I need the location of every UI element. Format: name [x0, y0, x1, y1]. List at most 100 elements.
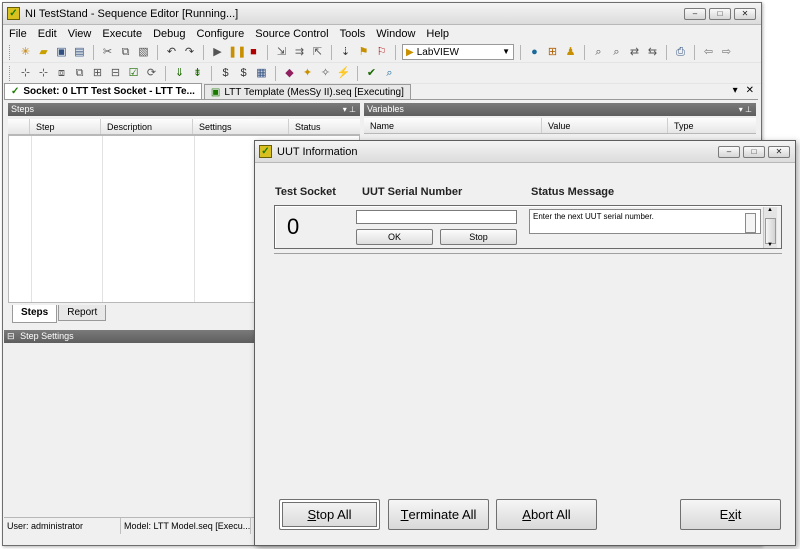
minimize-button[interactable]: – — [684, 8, 706, 20]
toolbar-separator — [165, 65, 166, 81]
open-folder-icon[interactable]: ▰ — [36, 45, 51, 60]
find-file-icon[interactable]: ⌕ — [609, 45, 624, 60]
step-over-icon[interactable]: ⇉ — [292, 45, 307, 60]
database-icon[interactable]: ◆ — [282, 66, 297, 81]
step-into-icon[interactable]: ⇲ — [274, 45, 289, 60]
menu-edit[interactable]: Edit — [38, 28, 57, 40]
steps-col-description[interactable]: Description — [101, 119, 193, 134]
save-all-icon[interactable]: ▤ — [72, 45, 87, 60]
toolbar-separator — [211, 65, 212, 81]
tab-close-icon[interactable]: ✕ — [746, 85, 754, 96]
stop-all-button[interactable]: Stop All — [279, 499, 380, 530]
tab-steps[interactable]: Steps — [12, 305, 58, 323]
ungroup-icon[interactable]: ⧉ — [72, 66, 87, 81]
tab-report[interactable]: Report — [58, 305, 107, 321]
ok-button[interactable]: OK — [356, 229, 433, 245]
dialog-minimize-button[interactable]: – — [718, 146, 740, 158]
menu-help[interactable]: Help — [426, 28, 449, 40]
run-mode-icon[interactable]: ⇣ — [338, 45, 353, 60]
refresh-icon[interactable]: ⟳ — [144, 66, 159, 81]
check-icon[interactable]: ✔ — [364, 66, 379, 81]
cut-icon[interactable]: ✂ — [100, 45, 115, 60]
breakpoint-icon[interactable]: ⇓ — [172, 66, 187, 81]
scroll-thumb[interactable] — [765, 218, 776, 244]
stop-button[interactable]: Stop — [440, 229, 517, 245]
menu-execute[interactable]: Execute — [102, 28, 142, 40]
sign-check-icon[interactable]: $ — [236, 66, 251, 81]
variables-col-name[interactable]: Name — [364, 118, 542, 133]
report-icon[interactable]: ⎙ — [673, 45, 688, 60]
main-window-title: NI TestStand - Sequence Editor [Running.… — [25, 7, 239, 20]
steps-col-status[interactable]: Status — [289, 119, 360, 134]
message-scrollbar[interactable] — [745, 213, 756, 233]
lightning-icon[interactable]: ⚡ — [336, 66, 351, 81]
menu-view[interactable]: View — [68, 28, 92, 40]
terminate-icon[interactable]: ⚐ — [374, 45, 389, 60]
abort-all-button[interactable]: Abort All — [496, 499, 597, 530]
sign-icon[interactable]: $ — [218, 66, 233, 81]
menu-window[interactable]: Window — [376, 28, 415, 40]
find-icon[interactable]: ⌕ — [591, 45, 606, 60]
collapse-icon[interactable]: ⊟ — [108, 66, 123, 81]
scroll-down-icon[interactable]: ▼ — [767, 242, 773, 248]
loop-icon[interactable]: ⚑ — [356, 45, 371, 60]
expand-icon[interactable]: ⊞ — [90, 66, 105, 81]
checkbox-edit-icon[interactable]: ☑ — [126, 66, 141, 81]
adapter-select-value: LabVIEW — [416, 46, 459, 58]
uut-serial-header: UUT Serial Number — [362, 186, 463, 198]
scroll-up-icon[interactable]: ▲ — [767, 207, 773, 213]
serial-number-input[interactable] — [356, 210, 517, 224]
new-icon[interactable]: ✳ — [18, 45, 33, 60]
tab-list-icon[interactable]: ▾ — [733, 85, 738, 96]
exit-button[interactable]: Ex it — [680, 499, 781, 530]
terminate-all-button[interactable]: Terminate All — [388, 499, 489, 530]
menu-file[interactable]: File — [9, 28, 27, 40]
pause-icon[interactable]: ❚❚ — [228, 45, 246, 60]
toolbar-grip[interactable] — [9, 44, 12, 60]
menu-tools[interactable]: Tools — [340, 28, 366, 40]
steps-col-settings[interactable]: Settings — [193, 119, 289, 134]
menu-source-control[interactable]: Source Control — [255, 28, 328, 40]
adapter-select[interactable]: ▶ LabVIEW ▼ — [402, 44, 514, 60]
panel-pin-icon[interactable]: ▾ ⊥ — [739, 103, 752, 116]
toolbar-grip[interactable] — [9, 65, 12, 81]
run-icon[interactable]: ▶ — [210, 45, 225, 60]
steps-col-icon — [8, 119, 30, 134]
undo-icon[interactable]: ↶ — [164, 45, 179, 60]
variables-col-value[interactable]: Value — [542, 118, 668, 133]
group-icon[interactable]: ⧈ — [54, 66, 69, 81]
globe-icon[interactable]: ● — [527, 45, 542, 60]
close-button[interactable]: ✕ — [734, 8, 756, 20]
dialog-maximize-button[interactable]: □ — [743, 146, 765, 158]
variables-col-type[interactable]: Type — [668, 118, 756, 133]
forward-icon[interactable]: ⇨ — [719, 45, 734, 60]
steps-col-step[interactable]: Step — [30, 119, 101, 134]
diff-icon[interactable]: ⇆ — [645, 45, 660, 60]
maximize-button[interactable]: □ — [709, 8, 731, 20]
dialog-close-button[interactable]: ✕ — [768, 146, 790, 158]
user-icon[interactable]: ♟ — [563, 45, 578, 60]
paste-icon[interactable]: ▧ — [136, 45, 151, 60]
menu-debug[interactable]: Debug — [153, 28, 185, 40]
panel-pin-icon[interactable]: ▾ ⊥ — [343, 103, 356, 116]
tag-list-icon[interactable]: ✧ — [318, 66, 333, 81]
hierarchy-icon[interactable]: ⊞ — [545, 45, 560, 60]
step-out-icon[interactable]: ⇱ — [310, 45, 325, 60]
insert-step-icon[interactable]: ⊹ — [18, 66, 33, 81]
copy-icon[interactable]: ⧉ — [118, 45, 133, 60]
back-icon[interactable]: ⇦ — [701, 45, 716, 60]
redo-icon[interactable]: ↷ — [182, 45, 197, 60]
magnify-icon[interactable]: ⌕ — [382, 66, 397, 81]
socket-list-scrollbar[interactable]: ▲ ▼ — [763, 207, 777, 248]
skip-icon[interactable]: ⇟ — [190, 66, 205, 81]
tab-socket-execution[interactable]: ✓ Socket: 0 LTT Test Socket - LTT Te... — [4, 83, 202, 99]
calculator-icon[interactable]: ▦ — [254, 66, 269, 81]
menu-configure[interactable]: Configure — [197, 28, 245, 40]
tag-icon[interactable]: ✦ — [300, 66, 315, 81]
status-message-header: Status Message — [531, 186, 615, 198]
tab-sequence-file[interactable]: ▣ LTT Template (MesSy II).seq [Executing… — [203, 84, 411, 99]
compare-icon[interactable]: ⇄ — [627, 45, 642, 60]
insert-flow-icon[interactable]: ⊹ — [36, 66, 51, 81]
save-icon[interactable]: ▣ — [54, 45, 69, 60]
stop-icon[interactable]: ■ — [246, 45, 261, 60]
